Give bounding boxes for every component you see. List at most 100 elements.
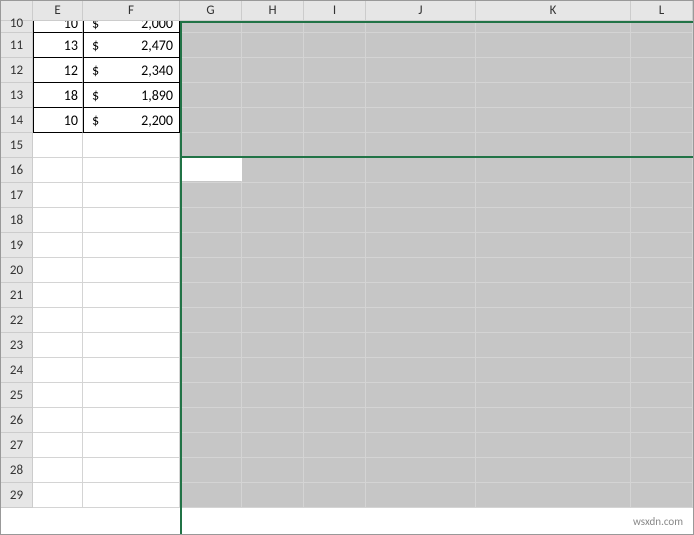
cell-k19[interactable] (476, 233, 631, 258)
cell-j25[interactable] (366, 383, 476, 408)
cell-l11[interactable] (631, 33, 693, 58)
cell-k11[interactable] (476, 33, 631, 58)
cell-h18[interactable] (242, 208, 304, 233)
row-header-19[interactable]: 19 (1, 233, 33, 258)
col-header-l[interactable]: L (631, 1, 693, 21)
cell-g12[interactable] (180, 58, 242, 83)
cell-i10[interactable] (304, 21, 366, 33)
cell-i12[interactable] (304, 58, 366, 83)
cell-k10[interactable] (476, 21, 631, 33)
cell-k25[interactable] (476, 383, 631, 408)
cell-l26[interactable] (631, 408, 693, 433)
cell-f28[interactable] (83, 458, 180, 483)
cell-l23[interactable] (631, 333, 693, 358)
col-header-g[interactable]: G (180, 1, 242, 21)
cell-i15[interactable] (304, 133, 366, 158)
cell-g22[interactable] (180, 308, 242, 333)
cell-e29[interactable] (33, 483, 83, 508)
cell-j19[interactable] (366, 233, 476, 258)
cell-g19[interactable] (180, 233, 242, 258)
cell-l13[interactable] (631, 83, 693, 108)
cell-k14[interactable] (476, 108, 631, 133)
cell-k21[interactable] (476, 283, 631, 308)
row-header-29[interactable]: 29 (1, 483, 33, 508)
cell-i24[interactable] (304, 358, 366, 383)
cell-i25[interactable] (304, 383, 366, 408)
cell-g29[interactable] (180, 483, 242, 508)
cell-e27[interactable] (33, 433, 83, 458)
cell-e26[interactable] (33, 408, 83, 433)
cell-h14[interactable] (242, 108, 304, 133)
cell-l18[interactable] (631, 208, 693, 233)
cell-l15[interactable] (631, 133, 693, 158)
cell-k13[interactable] (476, 83, 631, 108)
col-header-f[interactable]: F (83, 1, 180, 21)
cell-h23[interactable] (242, 333, 304, 358)
cell-l29[interactable] (631, 483, 693, 508)
row-header-18[interactable]: 18 (1, 208, 33, 233)
cell-i19[interactable] (304, 233, 366, 258)
cell-e23[interactable] (33, 333, 83, 358)
row-header-14[interactable]: 14 (1, 108, 33, 133)
cell-f12[interactable]: $ 2,340 (83, 58, 180, 83)
cell-i21[interactable] (304, 283, 366, 308)
cell-e24[interactable] (33, 358, 83, 383)
cell-f26[interactable] (83, 408, 180, 433)
cell-f20[interactable] (83, 258, 180, 283)
cell-h15[interactable] (242, 133, 304, 158)
cell-l27[interactable] (631, 433, 693, 458)
cell-g20[interactable] (180, 258, 242, 283)
cell-k28[interactable] (476, 458, 631, 483)
row-header-17[interactable]: 17 (1, 183, 33, 208)
cell-i18[interactable] (304, 208, 366, 233)
cell-e12[interactable]: 12 (33, 58, 83, 83)
cell-h13[interactable] (242, 83, 304, 108)
cell-l22[interactable] (631, 308, 693, 333)
cell-f23[interactable] (83, 333, 180, 358)
cell-j14[interactable] (366, 108, 476, 133)
cell-k15[interactable] (476, 133, 631, 158)
cell-j11[interactable] (366, 33, 476, 58)
cell-g23[interactable] (180, 333, 242, 358)
cell-k23[interactable] (476, 333, 631, 358)
cell-e25[interactable] (33, 383, 83, 408)
cell-h27[interactable] (242, 433, 304, 458)
cell-j22[interactable] (366, 308, 476, 333)
cell-f22[interactable] (83, 308, 180, 333)
cell-j10[interactable] (366, 21, 476, 33)
cell-j18[interactable] (366, 208, 476, 233)
cell-l10[interactable] (631, 21, 693, 33)
cell-j28[interactable] (366, 458, 476, 483)
cell-h19[interactable] (242, 233, 304, 258)
cell-e14[interactable]: 10 (33, 108, 83, 133)
cell-i13[interactable] (304, 83, 366, 108)
cell-g25[interactable] (180, 383, 242, 408)
cell-f14[interactable]: $ 2,200 (83, 108, 180, 133)
cell-g17[interactable] (180, 183, 242, 208)
cell-g24[interactable] (180, 358, 242, 383)
col-header-h[interactable]: H (242, 1, 304, 21)
cell-l12[interactable] (631, 58, 693, 83)
cell-f16[interactable] (83, 158, 180, 183)
cell-l28[interactable] (631, 458, 693, 483)
cell-i28[interactable] (304, 458, 366, 483)
cell-e21[interactable] (33, 283, 83, 308)
cell-l14[interactable] (631, 108, 693, 133)
col-header-j[interactable]: J (366, 1, 476, 21)
cell-k22[interactable] (476, 308, 631, 333)
cell-k12[interactable] (476, 58, 631, 83)
cell-e22[interactable] (33, 308, 83, 333)
cell-g15[interactable] (180, 133, 242, 158)
cell-i11[interactable] (304, 33, 366, 58)
row-header-24[interactable]: 24 (1, 358, 33, 383)
cell-f21[interactable] (83, 283, 180, 308)
col-header-e[interactable]: E (33, 1, 83, 21)
cell-j16[interactable] (366, 158, 476, 183)
cell-h21[interactable] (242, 283, 304, 308)
cell-j17[interactable] (366, 183, 476, 208)
cell-i17[interactable] (304, 183, 366, 208)
cell-l20[interactable] (631, 258, 693, 283)
cell-j29[interactable] (366, 483, 476, 508)
cell-j20[interactable] (366, 258, 476, 283)
active-cell-g15[interactable] (182, 158, 242, 181)
